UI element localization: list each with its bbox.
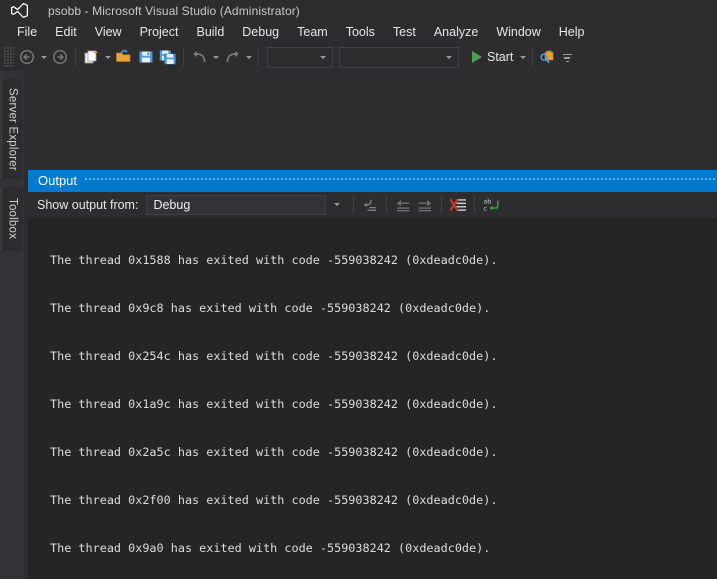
toolbar-separator	[353, 196, 355, 213]
window-title: psobb - Microsoft Visual Studio (Adminis…	[48, 3, 300, 18]
output-line: The thread 0x254c has exited with code -…	[50, 349, 498, 363]
start-debug-button[interactable]: Start	[467, 46, 517, 68]
output-tool-window: Output Show output from: Debug ab c The …	[28, 170, 717, 579]
left-auto-hide-dock: Server Explorer Toolbox	[0, 71, 24, 579]
output-lines-container: The thread 0x1588 has exited with code -…	[28, 220, 717, 579]
toggle-word-wrap-icon[interactable]: ab c	[480, 194, 502, 216]
menu-item-view[interactable]: View	[86, 22, 131, 42]
save-all-icon[interactable]	[157, 46, 179, 68]
solution-platform-combo[interactable]	[339, 46, 459, 68]
output-line: The thread 0x1a9c has exited with code -…	[50, 397, 498, 411]
navigate-next-message-icon[interactable]	[414, 194, 436, 216]
start-label: Start	[487, 50, 514, 64]
redo-icon[interactable]	[221, 46, 243, 68]
navigate-back-icon[interactable]	[16, 46, 38, 68]
menu-item-edit[interactable]: Edit	[46, 22, 86, 42]
play-triangle-icon	[472, 51, 482, 63]
attach-to-process-icon[interactable]	[537, 46, 559, 68]
toolbar-separator	[75, 48, 76, 66]
menu-item-tools[interactable]: Tools	[337, 22, 384, 42]
toolbar-separator	[532, 48, 534, 66]
menu-item-file[interactable]: File	[8, 22, 46, 42]
output-line: The thread 0x9a0 has exited with code -5…	[50, 541, 491, 555]
new-project-dropdown-chevron-down-icon[interactable]	[102, 46, 113, 68]
toolbar-separator	[441, 196, 443, 213]
toolbar-separator	[386, 196, 388, 213]
window-drag-grip-icon[interactable]	[85, 170, 717, 192]
redo-dropdown-chevron-down-icon[interactable]	[243, 46, 254, 68]
menu-item-test[interactable]: Test	[384, 22, 425, 42]
sidebar-item-label: Server Explorer	[6, 87, 19, 171]
svg-text:c: c	[483, 205, 487, 212]
sidebar-item-toolbox[interactable]: Toolbox	[1, 187, 23, 251]
title-bar: psobb - Microsoft Visual Studio (Adminis…	[0, 0, 717, 21]
show-output-from-label: Show output from:	[37, 197, 139, 212]
navigate-forward-icon[interactable]	[49, 46, 71, 68]
output-line: The thread 0x1588 has exited with code -…	[50, 253, 498, 267]
new-project-icon[interactable]	[80, 46, 102, 68]
output-window-title: Output	[38, 173, 78, 188]
save-icon[interactable]	[135, 46, 157, 68]
solution-configuration-combo[interactable]	[267, 46, 333, 68]
chevron-down-icon	[320, 55, 326, 59]
output-line: The thread 0x2a5c has exited with code -…	[50, 445, 498, 459]
menu-bar: File Edit View Project Build Debug Team …	[0, 21, 717, 43]
output-window-title-bar[interactable]: Output	[28, 170, 717, 192]
output-source-value: Debug	[153, 197, 191, 212]
find-message-in-code-icon[interactable]	[359, 194, 381, 216]
sidebar-item-label: Toolbox	[6, 198, 19, 240]
output-text-area[interactable]: The thread 0x1588 has exited with code -…	[28, 218, 717, 579]
drag-grip-icon[interactable]	[4, 47, 14, 67]
menu-item-team[interactable]: Team	[288, 22, 337, 42]
undo-icon[interactable]	[188, 46, 210, 68]
menu-item-help[interactable]: Help	[550, 22, 594, 42]
visual-studio-logo-icon	[4, 0, 34, 21]
standard-toolbar: Start	[0, 43, 717, 71]
menu-item-window[interactable]: Window	[487, 22, 549, 42]
toolbar-overflow-icon[interactable]	[559, 46, 575, 68]
open-file-icon[interactable]	[113, 46, 135, 68]
output-line: The thread 0x9c8 has exited with code -5…	[50, 301, 491, 315]
clear-all-icon[interactable]	[447, 194, 469, 216]
toolbar-separator	[258, 48, 259, 66]
sidebar-item-server-explorer[interactable]: Server Explorer	[1, 79, 23, 179]
menu-item-analyze[interactable]: Analyze	[425, 22, 487, 42]
menu-item-build[interactable]: Build	[187, 22, 233, 42]
navigate-previous-message-icon[interactable]	[392, 194, 414, 216]
undo-dropdown-chevron-down-icon[interactable]	[210, 46, 221, 68]
chevron-down-icon	[446, 55, 452, 59]
output-toolbar: Show output from: Debug ab c	[28, 192, 717, 218]
toolbar-separator	[474, 196, 476, 213]
start-dropdown-chevron-down-icon[interactable]	[517, 46, 528, 68]
output-line: The thread 0x2f00 has exited with code -…	[50, 493, 498, 507]
toolbar-separator	[183, 48, 184, 66]
navigate-back-dropdown-chevron-down-icon[interactable]	[38, 46, 49, 68]
output-source-combo[interactable]: Debug	[146, 194, 327, 215]
menu-item-project[interactable]: Project	[131, 22, 188, 42]
visual-studio-window: psobb - Microsoft Visual Studio (Adminis…	[0, 0, 717, 579]
svg-text:ab: ab	[483, 198, 491, 205]
menu-item-debug[interactable]: Debug	[233, 22, 288, 42]
output-source-chevron-down-icon[interactable]	[326, 194, 348, 216]
